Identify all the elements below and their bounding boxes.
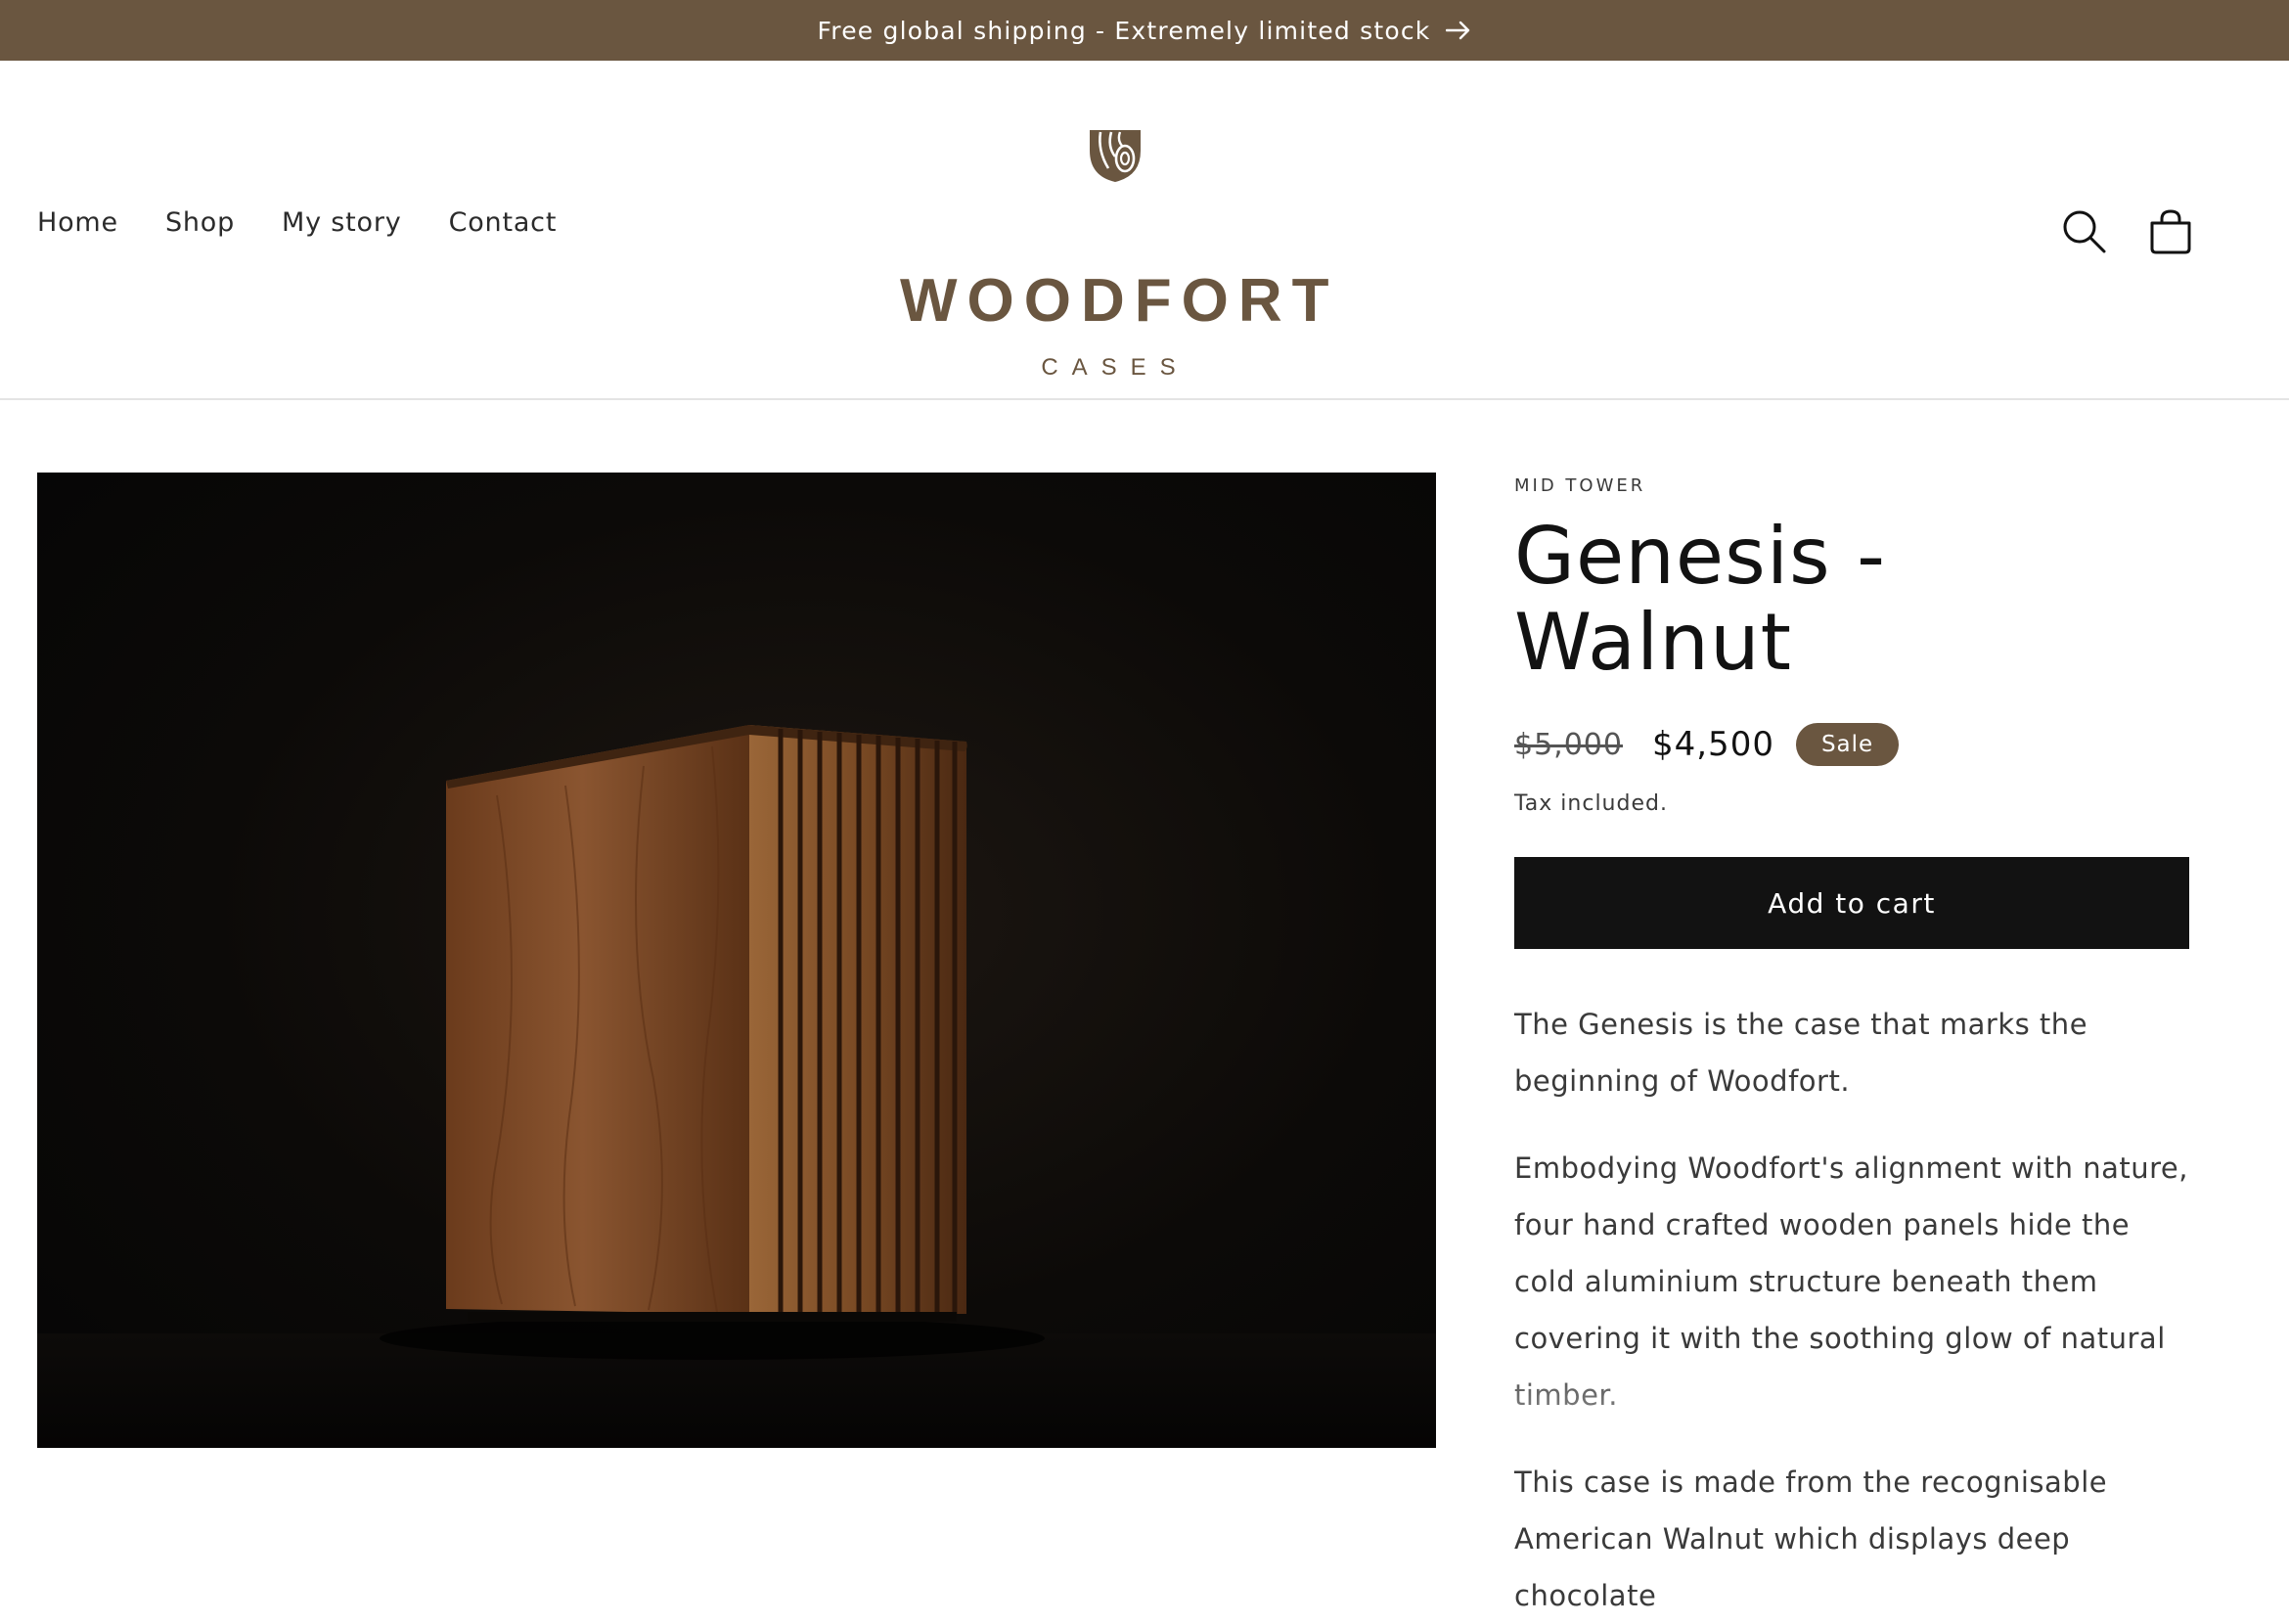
product-title: Genesis - Walnut	[1514, 511, 1887, 688]
product-vendor: MID TOWER	[1514, 475, 1646, 496]
nav-item-contact[interactable]: Contact	[449, 207, 558, 238]
site-header: Home Shop My story Contact WOODFORT CASE…	[0, 61, 2289, 400]
main-nav: Home Shop My story Contact	[37, 207, 604, 238]
logo-wordmark: WOODFORT	[900, 267, 1339, 335]
wood-grain-logo-icon	[1090, 130, 1141, 182]
nav-item-home[interactable]: Home	[37, 207, 118, 238]
price-regular: $5,000	[1514, 727, 1623, 762]
add-to-cart-button[interactable]: Add to cart	[1514, 857, 2189, 949]
nav-item-shop[interactable]: Shop	[165, 207, 235, 238]
nav-item-my-story[interactable]: My story	[282, 207, 402, 238]
price-row: $5,000 $4,500 Sale	[1514, 723, 2189, 766]
description-paragraph: Embodying Woodfort's alignment with natu…	[1514, 1151, 2188, 1412]
description-paragraph: This case is made from the recognisable …	[1514, 1466, 2108, 1612]
site-logo[interactable]: WOODFORT CASES	[900, 127, 1330, 381]
announcement-bar[interactable]: Free global shipping - Extremely limited…	[0, 0, 2289, 61]
product-image[interactable]	[37, 473, 1436, 1448]
announcement-text[interactable]: Free global shipping - Extremely limited…	[818, 17, 1431, 45]
price-sale: $4,500	[1651, 725, 1774, 764]
tax-note: Tax included.	[1514, 791, 1668, 816]
logo-subtitle: CASES	[1041, 354, 1189, 381]
product-description: The Genesis is the case that marks the b…	[1514, 996, 2189, 1624]
cart-icon[interactable]	[2146, 207, 2195, 256]
description-paragraph: The Genesis is the case that marks the b…	[1514, 1008, 2088, 1098]
walnut-case-illustration	[37, 725, 1436, 1448]
sale-badge: Sale	[1795, 723, 1900, 766]
product-info: MID TOWER Genesis - Walnut $5,000 $4,500…	[1514, 473, 2189, 1624]
arrow-right-icon[interactable]	[1446, 21, 1471, 40]
search-icon[interactable]	[2060, 207, 2109, 256]
